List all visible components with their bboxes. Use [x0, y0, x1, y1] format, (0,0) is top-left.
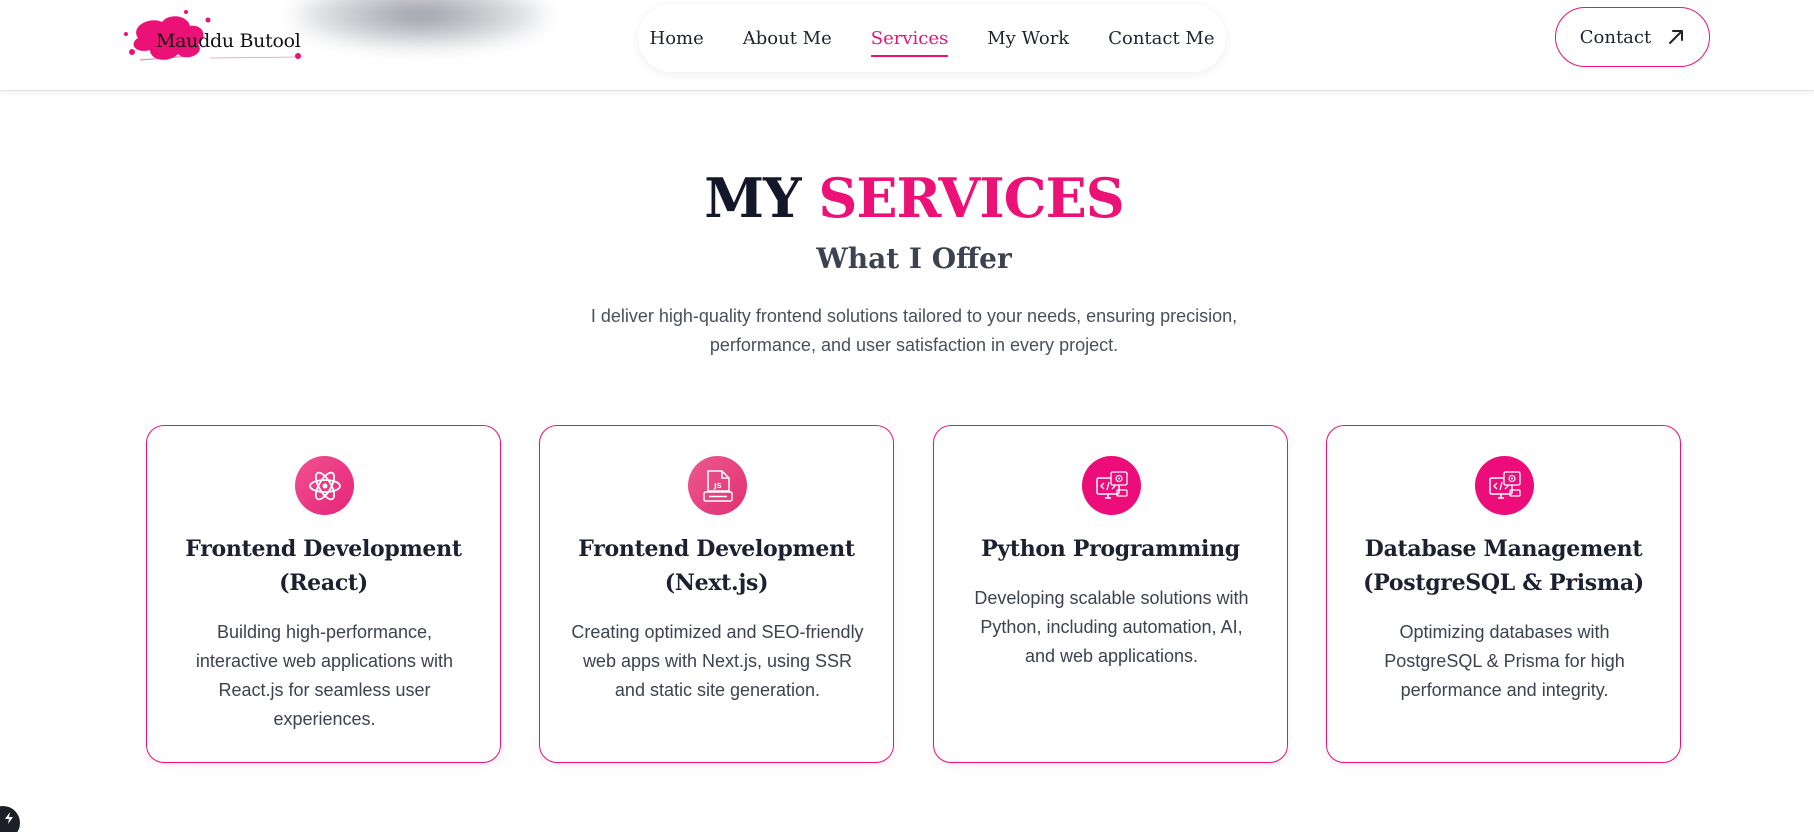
section-title-highlight: SERVICES: [818, 166, 1124, 230]
code-monitor-icon: [1475, 456, 1534, 515]
service-card-react: Frontend Development (React) Building hi…: [146, 425, 501, 763]
service-card-description: Creating optimized and SEO-friendly web …: [571, 622, 864, 700]
nav-my-work[interactable]: My Work: [987, 28, 1069, 55]
contact-button-label: Contact: [1579, 26, 1652, 48]
nav-home[interactable]: Home: [650, 28, 704, 55]
service-card-title: Database Management (PostgreSQL & Prisma…: [1363, 536, 1644, 596]
section-title: MY SERVICES: [0, 166, 1814, 230]
service-card-database: Database Management (PostgreSQL & Prisma…: [1326, 425, 1681, 763]
service-card-title: Frontend Development (Next.js): [578, 536, 855, 596]
service-card-title: Frontend Development (React): [185, 536, 462, 596]
service-card-description: Building high-performance, interactive w…: [195, 622, 454, 729]
service-card-python: Python Programming Developing scalable s…: [933, 425, 1288, 763]
nav-about-me[interactable]: About Me: [743, 28, 832, 55]
service-card-title: Python Programming: [981, 536, 1240, 562]
react-atom-icon: [295, 456, 354, 515]
nav-services[interactable]: Services: [870, 28, 949, 57]
nav-contact-me[interactable]: Contact Me: [1108, 28, 1214, 55]
section-title-prefix: MY: [704, 166, 801, 230]
contact-button[interactable]: Contact: [1555, 7, 1710, 67]
main-nav: Home About Me Services My Work Contact M…: [638, 4, 1226, 72]
site-header: Mauddu Butool Home About Me Services My …: [0, 0, 1814, 91]
bolt-icon: [5, 812, 13, 824]
service-card-description: Optimizing databases with PostgreSQL & P…: [1384, 622, 1625, 700]
site-logo[interactable]: Mauddu Butool: [120, 8, 310, 68]
section-intro: I deliver high-quality frontend solution…: [590, 306, 1238, 355]
js-file-icon: JS: [688, 456, 747, 515]
section-subtitle: What I Offer: [816, 242, 1012, 275]
arrow-up-right-icon: [1669, 30, 1684, 44]
service-card-nextjs: JS Frontend Development (Next.js) Creati…: [539, 425, 894, 763]
svg-text:JS: JS: [713, 482, 722, 490]
service-card-description: Developing scalable solutions with Pytho…: [974, 588, 1249, 666]
logo-text: Mauddu Butool: [156, 30, 301, 52]
header-background-blur: [290, 0, 550, 50]
floating-bolt-button[interactable]: [0, 806, 20, 832]
code-monitor-icon: [1082, 456, 1141, 515]
